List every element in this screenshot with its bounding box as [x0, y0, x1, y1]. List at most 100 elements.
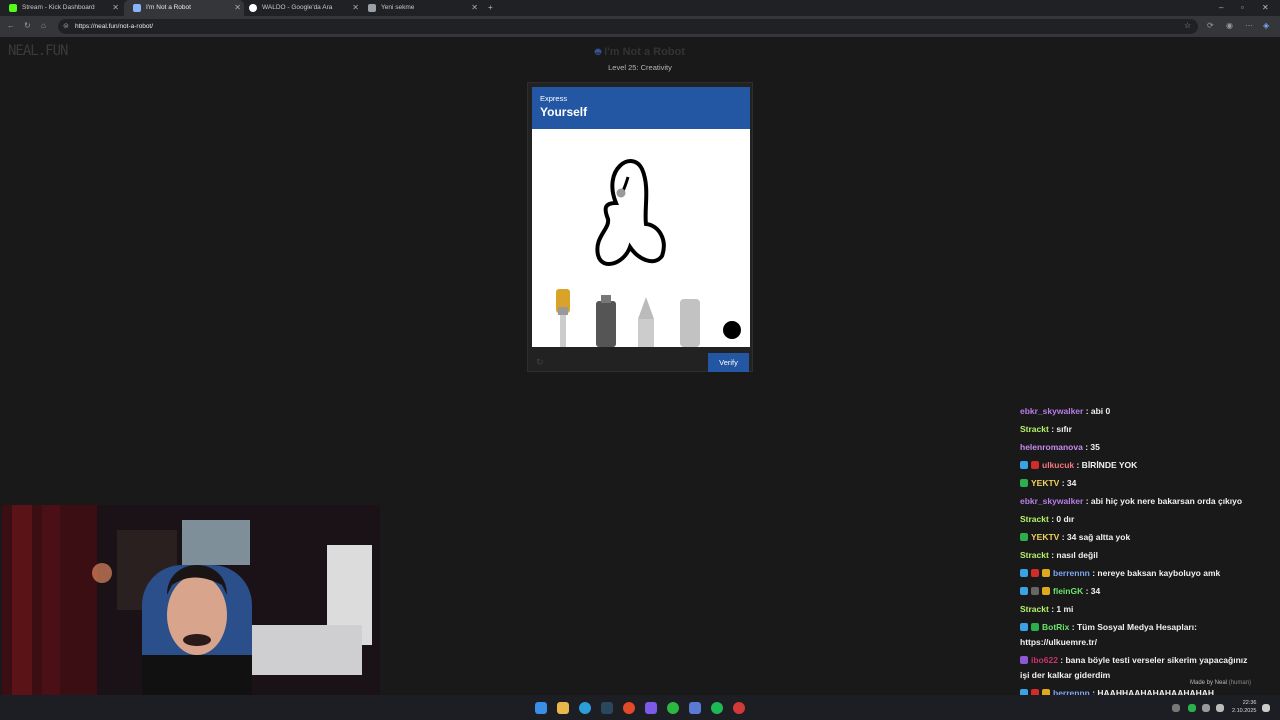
chat-badge-icon — [1020, 479, 1028, 487]
captcha-header: Express Yourself — [532, 87, 750, 129]
chat-badge-icon — [1020, 656, 1028, 664]
chat-message: fleinGK : 34 — [1020, 585, 1280, 597]
chat-username[interactable]: fleinGK — [1053, 586, 1083, 596]
chat-username[interactable]: ebkr_skywalker — [1020, 496, 1083, 506]
profile-icon[interactable]: ◉ — [1226, 20, 1233, 32]
close-window-icon[interactable]: ✕ — [1262, 0, 1269, 16]
chat-username[interactable]: Strackt — [1020, 424, 1049, 434]
chat-badge-icon — [1020, 569, 1028, 577]
bookmark-star-icon[interactable]: ☆ — [1184, 20, 1191, 32]
settings-icon[interactable] — [733, 702, 745, 714]
pencil-tool[interactable] — [638, 297, 654, 347]
tab-label: I'm Not a Robot — [146, 4, 191, 11]
chat-text: : nasıl değil — [1048, 550, 1098, 560]
chat-text: : HAAHHAAHAHAHAAHAHAH — [1089, 688, 1215, 695]
made-by-credit[interactable]: Made by Neal (human) — [1190, 680, 1251, 686]
chat-username[interactable]: YEKTV — [1031, 478, 1059, 488]
chat-username[interactable]: Strackt — [1020, 604, 1049, 614]
made-by-note: (human) — [1228, 680, 1252, 686]
close-tab-icon[interactable]: ✕ — [471, 0, 478, 16]
clock-time: 22:36 — [1242, 700, 1257, 706]
chat-message: https://ulkuemre.tr/ — [1020, 636, 1280, 648]
tab-google-search[interactable]: WALDO - Google'da Ara ✕ — [240, 0, 362, 16]
obs-icon[interactable] — [623, 702, 635, 714]
tab-label: Yeni sekme — [381, 4, 415, 11]
tab-new-tab[interactable]: Yeni sekme ✕ — [359, 0, 481, 16]
tab-strip: Stream - Kick Dashboard ✕ I'm Not a Robo… — [0, 0, 1280, 16]
tab-kick-dashboard[interactable]: Stream - Kick Dashboard ✕ — [0, 0, 122, 16]
chat-text: : 35 — [1082, 442, 1100, 452]
network-icon[interactable] — [1202, 704, 1210, 712]
back-icon[interactable]: ← — [7, 20, 15, 32]
chat-username[interactable]: berrennn — [1053, 568, 1090, 578]
address-bar[interactable]: ⊜ https://neal.fun/not-a-robot/ ☆ — [58, 19, 1198, 34]
discord-icon[interactable] — [645, 702, 657, 714]
chat-message: BotRix : Tüm Sosyal Medya Hesapları: — [1020, 621, 1280, 633]
spray-can-tool[interactable] — [596, 295, 616, 347]
chat-badge-icon — [1031, 461, 1039, 469]
chat-badge-icon — [1042, 569, 1050, 577]
paintbrush-tool[interactable] — [556, 289, 570, 347]
robot-icon: 🤖︎ — [595, 47, 602, 58]
chat-badge-icon — [1031, 587, 1039, 595]
chat-username[interactable]: YEKTV — [1031, 532, 1059, 542]
page-title: 🤖︎ I'm Not a Robot — [0, 45, 1280, 59]
webcam-image — [2, 505, 380, 720]
chat-message: berrennn : nereye baksan kayboluyo amk — [1020, 567, 1280, 579]
extensions-icon[interactable]: ⟳ — [1207, 20, 1214, 32]
tray-chevron-icon[interactable] — [1172, 704, 1180, 712]
site-info-icon[interactable]: ⊜ — [63, 21, 69, 33]
tray-icon[interactable] — [1188, 704, 1196, 712]
webcam-overlay — [2, 505, 380, 720]
file-explorer-icon[interactable] — [557, 702, 569, 714]
chat-text: işi der kalkar giderdim — [1020, 670, 1111, 680]
eraser-tool[interactable] — [680, 299, 700, 347]
chat-username[interactable]: Strackt — [1020, 514, 1049, 524]
close-tab-icon[interactable]: ✕ — [352, 0, 359, 16]
maximize-icon[interactable]: ▫ — [1241, 0, 1244, 16]
chat-message: ulkucuk : BİRİNDE YOK — [1020, 459, 1280, 471]
chat-message: ibo622 : bana böyle testi verseler siker… — [1020, 654, 1280, 666]
menu-icon[interactable]: ⋯ — [1245, 20, 1253, 32]
chat-username[interactable]: berrennn — [1053, 688, 1090, 695]
kick-icon — [9, 4, 17, 12]
edge-icon[interactable] — [579, 702, 591, 714]
color-picker[interactable] — [723, 321, 741, 339]
chat-badge-icon — [1031, 569, 1039, 577]
copilot-icon[interactable]: ◈ — [1263, 20, 1269, 32]
notification-icon[interactable] — [1262, 704, 1270, 712]
spotify-icon[interactable] — [711, 702, 723, 714]
tab-label: Stream - Kick Dashboard — [22, 4, 95, 11]
chat-message: Strackt : sıfır — [1020, 423, 1280, 435]
chat-badge-icon — [1031, 623, 1039, 631]
chat-username[interactable]: ibo622 — [1031, 655, 1058, 665]
chat-username[interactable]: ebkr_skywalker — [1020, 406, 1083, 416]
chat-username[interactable]: Strackt — [1020, 550, 1049, 560]
start-icon[interactable] — [535, 702, 547, 714]
chat-username[interactable]: ulkucuk — [1042, 460, 1074, 470]
volume-icon[interactable] — [1216, 704, 1224, 712]
minimize-icon[interactable]: – — [1219, 0, 1223, 16]
chat-text: : sıfır — [1048, 424, 1072, 434]
tab-not-a-robot[interactable]: I'm Not a Robot ✕ — [124, 0, 244, 16]
chat-badge-icon — [1042, 587, 1050, 595]
home-icon[interactable]: ⌂ — [41, 20, 46, 32]
reload-captcha-icon[interactable]: ↻ — [536, 357, 544, 368]
drawing-svg — [556, 159, 741, 347]
whatsapp-icon[interactable] — [667, 702, 679, 714]
drawing-canvas[interactable] — [532, 129, 750, 347]
chat-text: : bana böyle testi verseler sikerim yapa… — [1057, 655, 1248, 665]
reload-icon[interactable]: ↻ — [24, 20, 31, 32]
close-tab-icon[interactable]: ✕ — [112, 0, 119, 16]
page-icon — [368, 4, 376, 12]
page-title-text: I'm Not a Robot — [604, 46, 685, 58]
new-tab-icon[interactable]: + — [488, 0, 493, 16]
app-icon[interactable] — [689, 702, 701, 714]
chat-username[interactable]: helenromanova — [1020, 442, 1083, 452]
chat-username[interactable]: BotRix — [1042, 622, 1069, 632]
clock[interactable]: 22:36 2.10.2025 — [1232, 699, 1256, 715]
steam-icon[interactable] — [601, 702, 613, 714]
verify-button[interactable]: Verify — [708, 353, 749, 372]
google-icon — [249, 4, 257, 12]
captcha-header-small: Express — [540, 94, 568, 103]
